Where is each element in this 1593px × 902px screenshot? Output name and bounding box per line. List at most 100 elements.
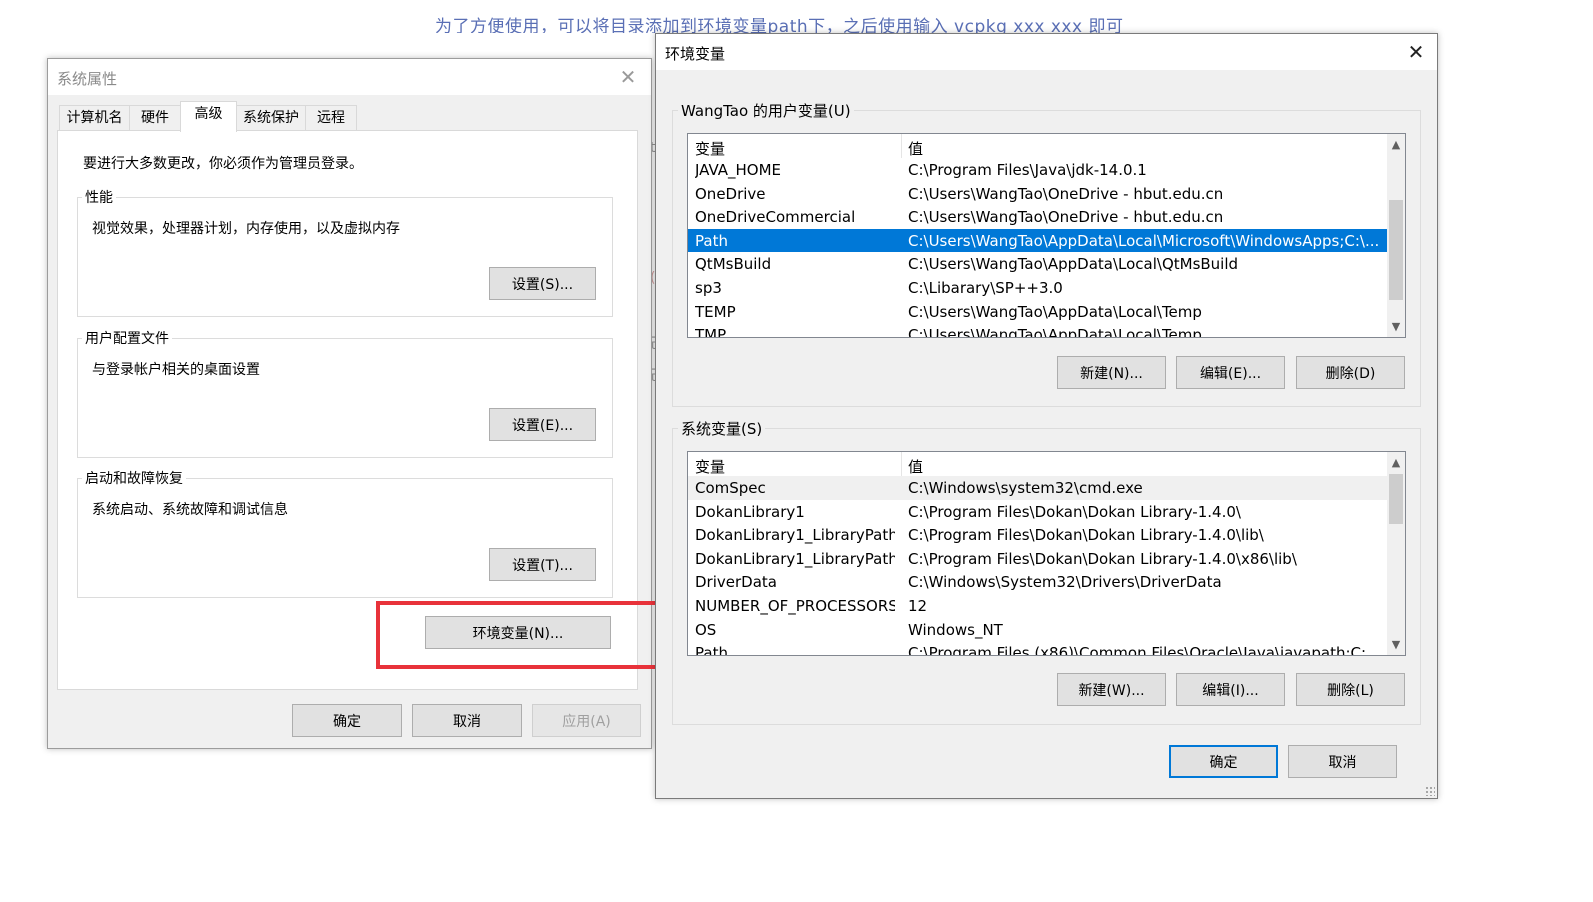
chevron-up-icon[interactable]: ▲: [1387, 454, 1405, 471]
list-item[interactable]: DriverData C:\Windows\System32\Drivers\Dr…: [688, 570, 1387, 594]
variable-name: DriverData: [695, 573, 777, 592]
variable-value: 12: [908, 596, 928, 615]
highlight-box: [376, 601, 662, 669]
variable-value: C:\Users\WangTao\AppData\Local\Temp: [908, 326, 1202, 338]
ok-button[interactable]: 确定: [1169, 745, 1278, 778]
system-variables-list[interactable]: 变量 值 ComSpec C:\Windows\system32\cmd.exe D…: [687, 451, 1406, 656]
button-label: 设置(T)...: [512, 557, 573, 574]
tab-hardware[interactable]: 硬件: [129, 105, 181, 131]
column-separator[interactable]: [901, 134, 902, 158]
system-edit-button[interactable]: 编辑(I)...: [1176, 673, 1285, 706]
group-title: 性能: [82, 187, 116, 207]
user-edit-button[interactable]: 编辑(E)...: [1176, 356, 1285, 389]
button-label: 取消: [1328, 754, 1357, 771]
list-item[interactable]: sp3 C:\Libarary\SP++3.0: [688, 276, 1387, 300]
list-item[interactable]: DokanLibrary1_LibraryPath... C:\Program F…: [688, 547, 1387, 571]
list-item[interactable]: ComSpec C:\Windows\system32\cmd.exe: [688, 476, 1387, 500]
tab-remote[interactable]: 远程: [305, 105, 357, 131]
vertical-scrollbar[interactable]: ▲ ▼: [1387, 452, 1405, 655]
close-icon[interactable]: ✕: [1401, 38, 1431, 66]
variable-value: C:\Libarary\SP++3.0: [908, 278, 1063, 297]
system-new-button[interactable]: 新建(W)...: [1057, 673, 1166, 706]
column-header-variable[interactable]: 变量: [695, 456, 725, 477]
list-item[interactable]: QtMsBuild C:\Users\WangTao\AppData\Local\…: [688, 252, 1387, 276]
list-item[interactable]: JAVA_HOME C:\Program Files\Java\jdk-14.0.…: [688, 158, 1387, 182]
title-bar[interactable]: 系统属性 ✕: [48, 59, 651, 95]
tab-advanced[interactable]: 高级: [180, 101, 237, 132]
button-label: 确定: [333, 713, 361, 730]
list-item[interactable]: Path C:\Program Files (x86)\Common Files\…: [688, 641, 1387, 656]
profile-settings-button[interactable]: 设置(E)...: [489, 408, 596, 441]
cancel-button[interactable]: 取消: [412, 704, 522, 737]
column-header-value[interactable]: 值: [908, 456, 923, 477]
variable-name: OneDriveCommercial: [695, 208, 856, 227]
button-label: 设置(S)...: [511, 276, 574, 293]
list-item[interactable]: TEMP C:\Users\WangTao\AppData\Local\Temp: [688, 300, 1387, 324]
group-title: 用户配置文件: [82, 328, 172, 348]
user-delete-button[interactable]: 删除(D): [1296, 356, 1405, 389]
variable-name: QtMsBuild: [695, 255, 772, 274]
variable-value: C:\Program Files (x86)\Common Files\Orac…: [908, 644, 1383, 656]
variable-name: sp3: [695, 278, 722, 297]
list-rows: JAVA_HOME C:\Program Files\Java\jdk-14.0.…: [688, 158, 1387, 338]
user-variables-list[interactable]: 变量 值 JAVA_HOME C:\Program Files\Java\jdk-…: [687, 133, 1406, 338]
group-title: WangTao 的用户变量(U): [678, 100, 854, 121]
column-header-value[interactable]: 值: [908, 138, 923, 159]
column-separator[interactable]: [901, 452, 902, 476]
variable-name: OneDrive: [695, 184, 766, 203]
user-variables-group: WangTao 的用户变量(U) 变量 值 JAVA_HOME C:\Progra…: [672, 100, 1421, 407]
apply-button[interactable]: 应用(A): [532, 704, 641, 737]
title-bar[interactable]: 环境变量 ✕: [656, 34, 1437, 70]
list-rows: ComSpec C:\Windows\system32\cmd.exe DokanL…: [688, 476, 1387, 656]
list-item[interactable]: DokanLibrary1_LibraryPath... C:\Program F…: [688, 523, 1387, 547]
vertical-scrollbar[interactable]: ▲ ▼: [1387, 134, 1405, 337]
close-icon[interactable]: ✕: [613, 63, 643, 91]
variable-name: JAVA_HOME: [695, 161, 782, 179]
button-label: 设置(E)...: [511, 417, 574, 434]
variable-name: Path: [695, 231, 728, 250]
variable-value: C:\Program Files\Dokan\Dokan Library-1.4…: [908, 502, 1241, 521]
variable-name: TMP: [695, 326, 727, 338]
performance-group: 性能 视觉效果，处理器计划，内存使用，以及虚拟内存 设置(S)...: [77, 187, 613, 317]
variable-name: TEMP: [695, 302, 736, 321]
list-item[interactable]: TMP C:\Users\WangTao\AppData\Local\Temp: [688, 323, 1387, 338]
chevron-down-icon[interactable]: ▼: [1387, 318, 1405, 335]
variable-name: DokanLibrary1: [695, 502, 805, 521]
admin-note: 要进行大多数更改，你必须作为管理员登录。: [83, 156, 363, 172]
dialog-title: 环境变量: [665, 45, 726, 63]
button-label: 编辑(E)...: [1199, 365, 1262, 382]
resize-grip[interactable]: [1425, 786, 1435, 796]
column-header-variable[interactable]: 变量: [695, 138, 725, 159]
tab-computer-name[interactable]: 计算机名: [59, 105, 130, 131]
user-new-button[interactable]: 新建(N)...: [1057, 356, 1166, 389]
startup-settings-button[interactable]: 设置(T)...: [489, 548, 596, 581]
dialog-title: 系统属性: [57, 70, 118, 88]
chevron-down-icon[interactable]: ▼: [1387, 636, 1405, 653]
cancel-button[interactable]: 取消: [1288, 745, 1397, 778]
list-item[interactable]: OneDriveCommercial C:\Users\WangTao\OneDr…: [688, 205, 1387, 229]
variable-name: ComSpec: [695, 479, 766, 497]
list-item[interactable]: OS Windows_NT: [688, 618, 1387, 642]
performance-settings-button[interactable]: 设置(S)...: [489, 267, 596, 300]
scrollbar-thumb[interactable]: [1389, 200, 1403, 300]
ok-button[interactable]: 确定: [292, 704, 402, 737]
list-item[interactable]: NUMBER_OF_PROCESSORS 12: [688, 594, 1387, 618]
variable-value: Windows_NT: [908, 620, 1003, 639]
button-label: 删除(L): [1327, 682, 1374, 699]
variable-value: C:\Windows\system32\cmd.exe: [908, 479, 1143, 497]
chevron-up-icon[interactable]: ▲: [1387, 136, 1405, 153]
variable-value: C:\Program Files\Dokan\Dokan Library-1.4…: [908, 526, 1264, 545]
system-delete-button[interactable]: 删除(L): [1296, 673, 1405, 706]
group-description: 与登录帐户相关的桌面设置: [92, 362, 260, 378]
list-item[interactable]: DokanLibrary1 C:\Program Files\Dokan\Doka…: [688, 500, 1387, 524]
scrollbar-thumb[interactable]: [1389, 474, 1403, 524]
button-label: 确定: [1209, 754, 1238, 771]
variable-value: C:\Users\WangTao\AppData\Local\Microsoft…: [908, 231, 1380, 250]
list-item[interactable]: Path C:\Users\WangTao\AppData\Local\Micro…: [688, 228, 1387, 253]
button-label: 新建(W)...: [1078, 682, 1145, 699]
tab-system-protection[interactable]: 系统保护: [236, 105, 306, 131]
list-item[interactable]: OneDrive C:\Users\WangTao\OneDrive - hbut…: [688, 182, 1387, 206]
variable-value: C:\Program Files\Java\jdk-14.0.1: [908, 161, 1147, 179]
button-label: 编辑(I)...: [1202, 682, 1259, 699]
group-title: 启动和故障恢复: [82, 468, 186, 488]
